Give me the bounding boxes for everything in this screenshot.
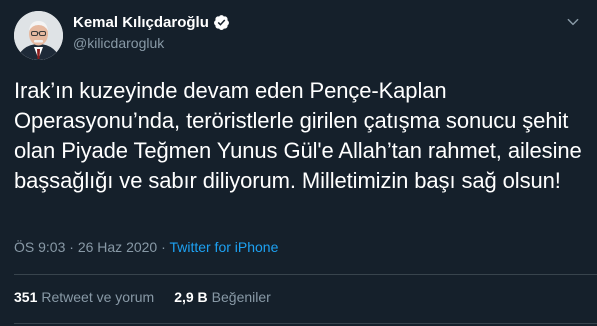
chevron-down-icon[interactable] xyxy=(565,14,581,30)
verified-badge-icon xyxy=(213,15,229,30)
avatar[interactable] xyxy=(14,11,63,60)
tweet-time[interactable]: ÖS 9:03 xyxy=(14,239,65,255)
divider xyxy=(14,323,597,324)
retweets-count: 351 xyxy=(14,289,38,305)
retweets-stat[interactable]: 351 Retweet ve yorum xyxy=(14,289,154,305)
tweet-card: Kemal Kılıçdaroğlu @kilicdarogluk Irak’ı… xyxy=(0,0,597,326)
tweet-meta: ÖS 9:03 · 26 Haz 2020 · Twitter for iPho… xyxy=(14,239,278,255)
author-name-row[interactable]: Kemal Kılıçdaroğlu xyxy=(73,14,230,31)
likes-stat[interactable]: 2,9 B Beğeniler xyxy=(174,289,271,305)
likes-count: 2,9 B xyxy=(174,289,208,305)
likes-label: Beğeniler xyxy=(211,289,271,305)
author-display-name[interactable]: Kemal Kılıçdaroğlu xyxy=(73,14,209,31)
author-handle[interactable]: @kilicdarogluk xyxy=(73,35,164,51)
avatar-portrait-icon xyxy=(14,11,63,60)
tweet-text: Irak’ın kuzeyinde devam eden Pençe-Kapla… xyxy=(14,78,582,193)
divider xyxy=(14,274,597,275)
tweet-date[interactable]: 26 Haz 2020 xyxy=(78,239,157,255)
meta-separator: · xyxy=(161,239,166,255)
meta-separator: · xyxy=(69,239,74,255)
tweet-source-link[interactable]: Twitter for iPhone xyxy=(169,239,278,255)
retweets-label: Retweet ve yorum xyxy=(41,289,155,305)
tweet-stats: 351 Retweet ve yorum 2,9 B Beğeniler xyxy=(14,289,291,305)
